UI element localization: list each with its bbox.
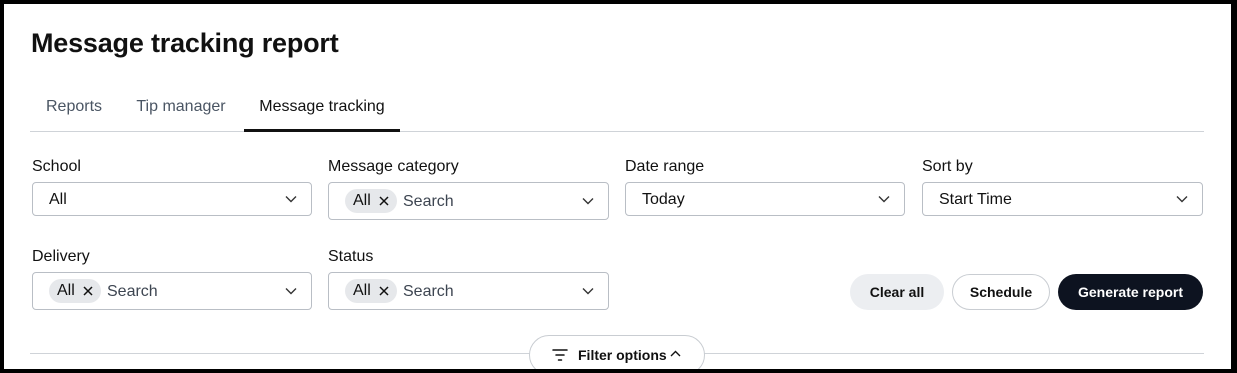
chevron-down-icon	[582, 288, 594, 295]
chevron-up-icon	[670, 350, 681, 357]
tab-tip-manager[interactable]: Tip manager	[118, 86, 244, 131]
filter-options-button[interactable]: Filter options	[529, 335, 705, 369]
delivery-label: Delivery	[32, 248, 90, 265]
date-range-select[interactable]: Today	[625, 182, 905, 216]
status-label: Status	[328, 248, 374, 265]
date-range-value: Today	[642, 191, 685, 208]
generate-report-button[interactable]: Generate report	[1058, 274, 1203, 310]
message-category-chip: All	[345, 189, 397, 213]
status-select[interactable]: All Search	[328, 272, 609, 310]
school-select[interactable]: All	[32, 182, 312, 216]
close-icon[interactable]	[83, 286, 93, 296]
chip-label: All	[57, 282, 75, 299]
message-category-search[interactable]: Search	[403, 193, 454, 211]
close-icon[interactable]	[379, 286, 389, 296]
page-title: Message tracking report	[31, 28, 339, 58]
report-panel: Message tracking report Reports Tip mana…	[4, 4, 1231, 369]
clear-all-button[interactable]: Clear all	[850, 274, 944, 310]
school-label: School	[32, 158, 81, 175]
status-chip: All	[345, 279, 397, 303]
chevron-down-icon	[285, 196, 297, 203]
sort-by-value: Start Time	[939, 191, 1012, 208]
chevron-down-icon	[878, 196, 890, 203]
message-category-select[interactable]: All Search	[328, 182, 609, 220]
chip-label: All	[353, 282, 371, 299]
filter-lines-icon	[552, 349, 568, 361]
chevron-down-icon	[582, 198, 594, 205]
close-icon[interactable]	[379, 196, 389, 206]
sort-by-label: Sort by	[922, 158, 973, 175]
chevron-down-icon	[285, 288, 297, 295]
tab-reports[interactable]: Reports	[30, 86, 118, 131]
school-value: All	[49, 191, 67, 208]
message-category-label: Message category	[328, 158, 459, 175]
schedule-button[interactable]: Schedule	[952, 274, 1050, 310]
chevron-down-icon	[1176, 196, 1188, 203]
status-search[interactable]: Search	[403, 283, 454, 301]
sort-by-select[interactable]: Start Time	[922, 182, 1203, 216]
delivery-search[interactable]: Search	[107, 283, 158, 301]
tab-bar: Reports Tip manager Message tracking	[30, 86, 1204, 132]
chip-label: All	[353, 192, 371, 209]
tab-message-tracking[interactable]: Message tracking	[244, 86, 400, 132]
delivery-chip: All	[49, 279, 101, 303]
date-range-label: Date range	[625, 158, 705, 175]
delivery-select[interactable]: All Search	[32, 272, 312, 310]
filter-options-label: Filter options	[578, 347, 667, 363]
